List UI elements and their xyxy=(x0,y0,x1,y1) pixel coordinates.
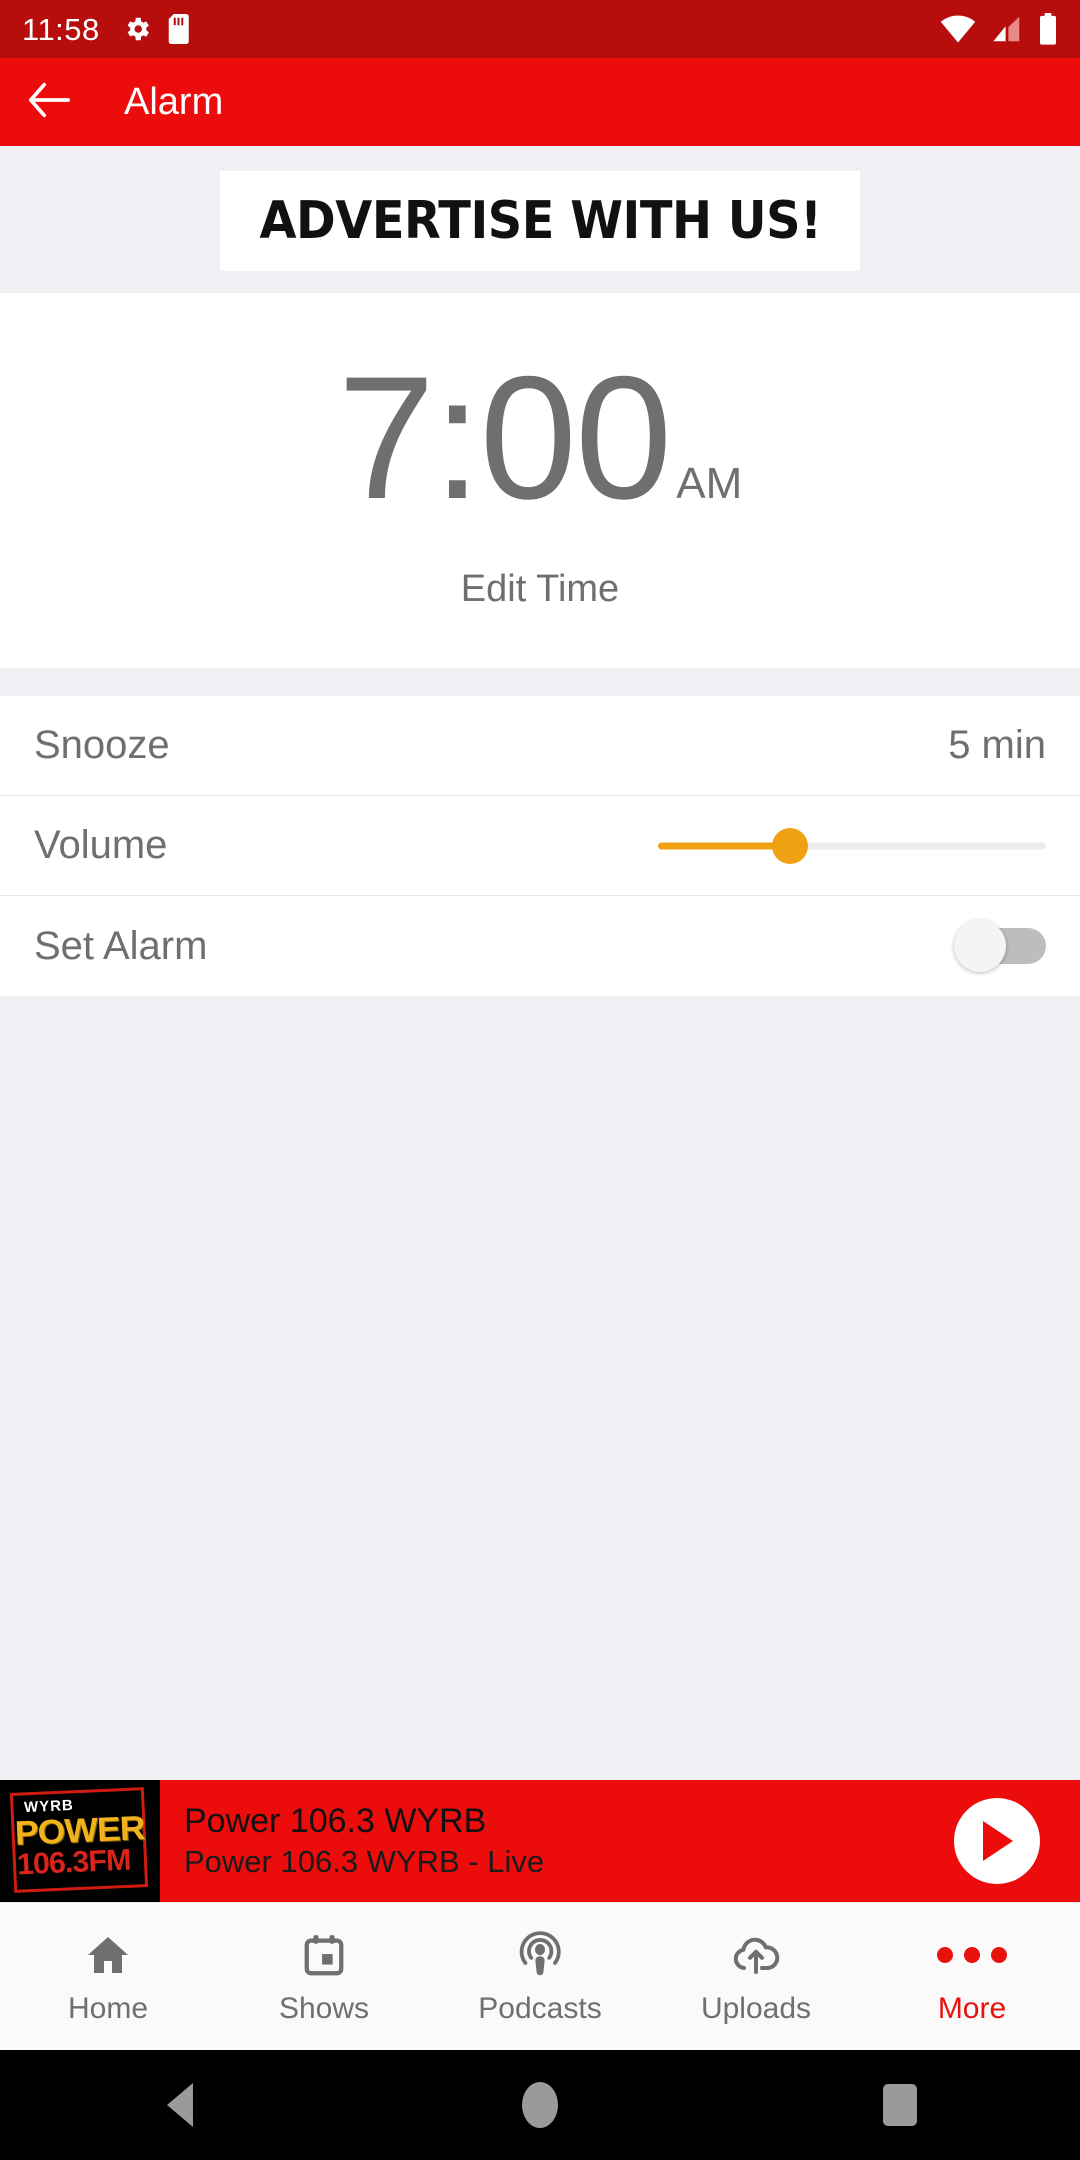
volume-label: Volume xyxy=(34,823,168,867)
snooze-label: Snooze xyxy=(34,723,170,767)
set-alarm-toggle-thumb[interactable] xyxy=(954,920,1006,972)
wifi-icon xyxy=(940,15,976,43)
android-navigation-bar xyxy=(0,2050,1080,2160)
home-icon xyxy=(84,1928,132,1982)
volume-slider[interactable] xyxy=(658,826,1046,866)
android-recents-button[interactable] xyxy=(840,2050,960,2160)
now-playing-bar[interactable]: WYRB POWER 106.3FM Power 106.3 WYRB Powe… xyxy=(0,1780,1080,1902)
more-dots-icon xyxy=(937,1928,1007,1982)
alarm-time-period: AM xyxy=(676,458,743,508)
now-playing-meta: Power 106.3 WYRB Power 106.3 WYRB - Live xyxy=(160,1801,954,1880)
volume-row[interactable]: Volume xyxy=(0,796,1080,896)
set-alarm-label: Set Alarm xyxy=(34,923,208,968)
more-dot xyxy=(991,1946,1007,1963)
android-back-button[interactable] xyxy=(120,2050,240,2160)
station-logo: WYRB POWER 106.3FM xyxy=(0,1780,160,1902)
nav-label-podcasts: Podcasts xyxy=(478,1991,602,2025)
phone-screen: 11:58 Alarm ADVERTISE WITH US! 7:00 AM E… xyxy=(0,0,1080,2160)
status-bar: 11:58 xyxy=(0,0,1080,58)
app-bar: Alarm xyxy=(0,58,1080,146)
set-alarm-toggle[interactable] xyxy=(954,920,1046,972)
bottom-navigation: Home Shows Podcasts Uploads More xyxy=(0,1902,1080,2050)
station-logo-frequency: 106.3FM xyxy=(16,1843,132,1882)
nav-item-uploads[interactable]: Uploads xyxy=(648,1903,864,2050)
nav-label-uploads: Uploads xyxy=(700,1991,812,2025)
alarm-time-value: 7:00 xyxy=(337,340,673,536)
volume-slider-fill xyxy=(658,842,790,849)
nav-item-podcasts[interactable]: Podcasts xyxy=(432,1903,648,2050)
nav-item-home[interactable]: Home xyxy=(0,1903,216,2050)
calendar-icon xyxy=(301,1928,347,1982)
cloud-upload-icon xyxy=(730,1928,782,1982)
snooze-row[interactable]: Snooze 5 min xyxy=(0,696,1080,796)
status-bar-system-icons xyxy=(940,13,1058,45)
nav-label-shows: Shows xyxy=(278,1991,370,2025)
alarm-time-display[interactable]: 7:00 AM xyxy=(338,351,743,526)
ad-banner[interactable]: ADVERTISE WITH US! xyxy=(220,171,860,271)
edit-time-button[interactable]: Edit Time xyxy=(461,568,619,611)
now-playing-subtitle: Power 106.3 WYRB - Live xyxy=(184,1844,545,1880)
volume-slider-thumb[interactable] xyxy=(771,827,808,864)
gear-icon xyxy=(127,17,149,41)
set-alarm-row[interactable]: Set Alarm xyxy=(0,896,1080,996)
android-home-button[interactable] xyxy=(480,2050,600,2160)
section-divider xyxy=(0,668,1080,696)
play-icon xyxy=(983,1821,1013,1861)
status-bar-clock: 11:58 xyxy=(22,11,100,47)
empty-space xyxy=(0,996,1080,1780)
sd-card-icon xyxy=(168,14,189,44)
nav-label-home: Home xyxy=(67,1991,149,2025)
more-dot xyxy=(937,1946,953,1963)
nav-item-more[interactable]: More xyxy=(864,1903,1080,2050)
podcast-icon xyxy=(516,1928,564,1982)
ad-banner-container: ADVERTISE WITH US! xyxy=(0,146,1080,293)
alarm-settings-list: Snooze 5 min Volume Set Alarm xyxy=(0,696,1080,996)
page-title: Alarm xyxy=(124,80,224,123)
now-playing-title: Power 106.3 WYRB xyxy=(184,1802,487,1841)
play-button[interactable] xyxy=(954,1798,1040,1884)
ad-banner-text: ADVERTISE WITH US! xyxy=(258,191,822,251)
status-bar-notification-icons xyxy=(122,14,192,44)
cellular-signal-icon xyxy=(993,16,1020,42)
more-dot xyxy=(964,1946,980,1963)
back-arrow-icon[interactable] xyxy=(26,80,72,125)
snooze-value: 5 min xyxy=(948,723,1046,767)
nav-item-shows[interactable]: Shows xyxy=(216,1903,432,2050)
nav-label-more: More xyxy=(937,1991,1007,2025)
alarm-time-section: 7:00 AM Edit Time xyxy=(0,293,1080,668)
battery-icon xyxy=(1040,13,1056,45)
